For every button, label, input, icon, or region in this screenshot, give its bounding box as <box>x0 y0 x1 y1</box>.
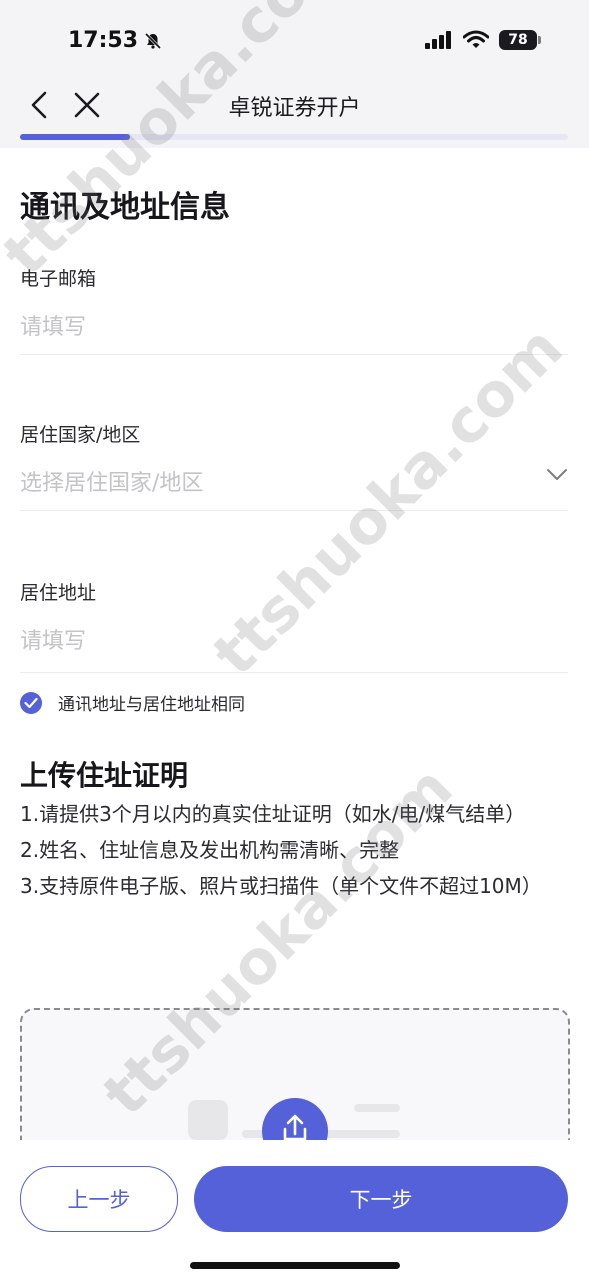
chevron-down-icon[interactable] <box>546 468 568 482</box>
wifi-icon <box>463 30 489 48</box>
country-input[interactable]: 选择居住国家/地区 <box>20 465 568 497</box>
status-time: 17:53 <box>68 28 162 53</box>
signal-icon <box>425 31 451 49</box>
document-placeholder-icon <box>188 1100 228 1140</box>
upload-note-2: 2.姓名、住址信息及发出机构需清晰、完整 <box>20 838 400 862</box>
same-address-label: 通讯地址与居住地址相同 <box>58 695 245 715</box>
prev-step-button[interactable]: 上一步 <box>20 1166 178 1232</box>
upload-note-1: 1.请提供3个月以内的真实住址证明（如水/电/煤气结单） <box>20 802 526 826</box>
nav-bar: 卓锐证券开户 <box>0 80 589 130</box>
email-label: 电子邮箱 <box>20 268 97 290</box>
upload-notes: 1.请提供3个月以内的真实住址证明（如水/电/煤气结单） 2.姓名、住址信息及发… <box>20 798 550 902</box>
country-label: 居住国家/地区 <box>20 424 141 446</box>
email-input[interactable]: 请填写 <box>20 309 568 341</box>
next-step-button[interactable]: 下一步 <box>194 1166 568 1232</box>
section-title: 通讯及地址信息 <box>20 190 230 225</box>
footer-bar: 上一步 下一步 <box>0 1140 589 1280</box>
upload-title: 上传住址证明 <box>20 759 189 792</box>
status-bar: 17:53 78 <box>0 0 589 80</box>
battery-icon: 78 <box>499 30 541 50</box>
progress-bar <box>0 130 589 148</box>
country-select[interactable]: 居住国家/地区 选择居住国家/地区 <box>20 420 568 511</box>
status-indicators: 78 <box>425 30 541 50</box>
address-field[interactable]: 居住地址 请填写 <box>20 578 568 673</box>
address-input[interactable]: 请填写 <box>20 623 568 655</box>
same-address-checkbox[interactable]: 通讯地址与居住地址相同 <box>20 690 245 715</box>
page-title: 卓锐证券开户 <box>228 96 361 121</box>
address-label: 居住地址 <box>20 582 97 604</box>
progress-track <box>20 134 568 140</box>
silent-bell-icon <box>144 32 162 49</box>
progress-fill <box>20 134 130 140</box>
check-icon[interactable] <box>20 691 42 714</box>
email-field[interactable]: 电子邮箱 请填写 <box>20 264 568 355</box>
clock-text: 17:53 <box>68 28 139 53</box>
battery-level: 78 <box>508 32 528 48</box>
home-indicator <box>190 1262 400 1269</box>
placeholder-line-icon <box>354 1104 400 1112</box>
upload-note-3: 3.支持原件电子版、照片或扫描件（单个文件不超过10M） <box>20 874 542 898</box>
